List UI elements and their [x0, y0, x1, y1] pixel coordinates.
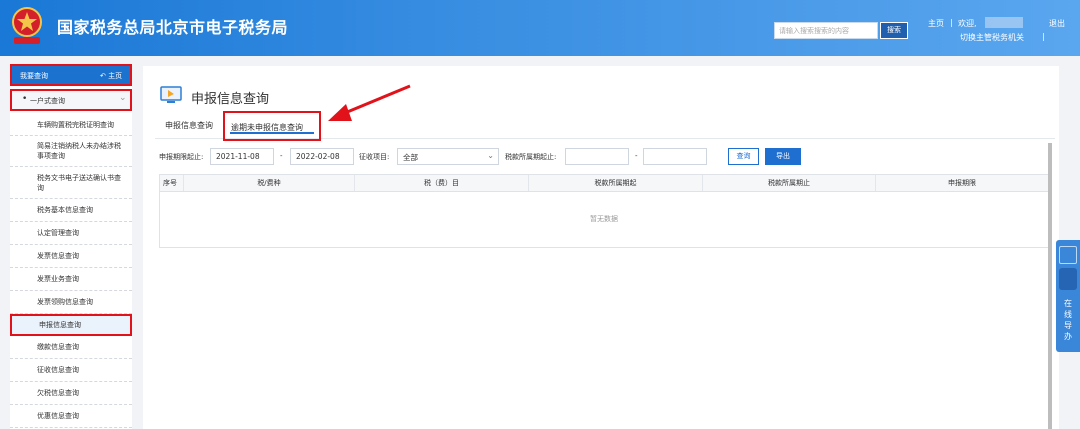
chevron-down-icon: ⌄	[119, 93, 127, 103]
sidebar-item[interactable]: 认定管理查询	[10, 222, 132, 245]
results-table: 序号 税/费种 税（费）目 税款所属期起 税款所属期止 申报期限 暂无数据	[159, 174, 1049, 248]
tax-period-end[interactable]	[643, 148, 707, 165]
levy-item-label: 征收项目:	[359, 153, 390, 161]
active-tab-underline	[230, 132, 314, 134]
filter-bar: 申报期限起止: 2021-11-08 - 2022-02-08 征收项目: 全部…	[159, 148, 1039, 168]
col-header: 申报期限	[948, 179, 976, 187]
page-title: 申报信息查询	[191, 92, 270, 107]
logout-link[interactable]: 退出	[1049, 18, 1065, 29]
empty-state-text: 暂无数据	[590, 215, 618, 223]
main-panel: 申报信息查询 申报信息查询 逾期未申报信息查询 申报期限起止: 2021-11-…	[143, 66, 1059, 429]
vertical-scrollbar[interactable]	[1048, 143, 1052, 429]
deadline-start-date[interactable]: 2021-11-08	[210, 148, 274, 165]
date-dash: -	[635, 152, 638, 160]
col-header: 税（费）目	[355, 175, 529, 191]
tab-bar: 申报信息查询 逾期未申报信息查询	[155, 111, 1055, 141]
sidebar-group-label: 一户式查询	[30, 97, 65, 105]
col-header: 税款所属期止	[703, 175, 876, 191]
nav-separator: |	[950, 18, 953, 27]
sidebar-item[interactable]: 发票领购信息查询	[10, 291, 132, 314]
query-button[interactable]: 查询	[728, 148, 759, 165]
sidebar-item[interactable]: 车辆购置税完税证明查询	[10, 114, 132, 136]
assistant-avatar-icon	[1059, 268, 1077, 290]
switch-tax-office-link[interactable]: 切换主管税务机关	[960, 32, 1024, 43]
sidebar-item[interactable]: 税务基本信息查询	[10, 199, 132, 222]
sidebar-item[interactable]: 简易注销纳税人未办结涉税事项查询	[10, 136, 132, 167]
user-icon	[1059, 246, 1077, 264]
date-dash: -	[280, 152, 283, 160]
export-button[interactable]: 导出	[765, 148, 801, 165]
table-header: 序号 税/费种 税（费）目 税款所属期起 税款所属期止 申报期限	[160, 175, 1048, 192]
sidebar-menu-list: 车辆购置税完税证明查询 简易注销纳税人未办结涉税事项查询 税务文书电子送达确认书…	[10, 114, 132, 428]
sidebar: 我要查询 ↶ 主页 • 一户式查询 ⌄ 车辆购置税完税证明查询 简易注销纳税人未…	[10, 64, 132, 429]
sidebar-item[interactable]: 发票业务查询	[10, 268, 132, 291]
sidebar-item[interactable]: 发票信息查询	[10, 245, 132, 268]
deadline-label: 申报期限起止:	[159, 153, 204, 161]
welcome-text: 欢迎,	[958, 19, 977, 28]
search-button[interactable]: 搜索	[880, 22, 908, 39]
home-link[interactable]: 主页	[928, 18, 944, 29]
col-header: 序号	[160, 175, 184, 191]
sidebar-item[interactable]: 优惠信息查询	[10, 405, 132, 428]
sidebar-item[interactable]: 税务文书电子送达确认书查询	[10, 167, 132, 199]
top-header: 国家税务总局北京市电子税务局 请输入搜索搜索的内容 搜索 主页 | 欢迎, 退出…	[0, 0, 1080, 56]
deadline-end-date[interactable]: 2022-02-08	[290, 148, 354, 165]
tab-overdue-undeclared[interactable]: 逾期未申报信息查询	[223, 111, 321, 141]
search-input[interactable]: 请输入搜索搜索的内容	[774, 22, 878, 39]
levy-item-select[interactable]: 全部 ⌄	[397, 148, 499, 165]
online-help-widget[interactable]: 在线导办	[1056, 240, 1080, 352]
online-help-label: 在线导办	[1064, 299, 1072, 341]
sidebar-title: 我要查询	[20, 72, 48, 80]
sidebar-item[interactable]: 征收信息查询	[10, 359, 132, 382]
sidebar-home-label: 主页	[108, 72, 123, 80]
col-header: 税/费种	[184, 175, 355, 191]
redacted-username	[985, 17, 1023, 28]
sidebar-group-household-query[interactable]: • 一户式查询 ⌄	[10, 89, 132, 111]
back-arrow-icon: ↶	[100, 72, 106, 80]
nav-separator-2: |	[1042, 32, 1045, 41]
tab-declaration-info[interactable]: 申报信息查询	[165, 120, 213, 131]
national-emblem-logo	[12, 7, 42, 44]
col-header: 税款所属期起	[529, 175, 703, 191]
sidebar-item-declaration-query[interactable]: 申报信息查询	[10, 314, 132, 336]
monitor-icon	[160, 86, 182, 103]
tax-period-start[interactable]	[565, 148, 629, 165]
sidebar-home-link[interactable]: ↶ 主页	[100, 71, 122, 81]
sidebar-item[interactable]: 欠税信息查询	[10, 382, 132, 405]
chevron-down-icon: ⌄	[487, 151, 494, 160]
sidebar-header: 我要查询 ↶ 主页	[10, 64, 132, 86]
bullet-icon: •	[22, 94, 28, 104]
app-title: 国家税务总局北京市电子税务局	[57, 18, 289, 37]
sidebar-item[interactable]: 缴款信息查询	[10, 336, 132, 359]
tax-period-label: 税款所属期起止:	[505, 153, 557, 161]
